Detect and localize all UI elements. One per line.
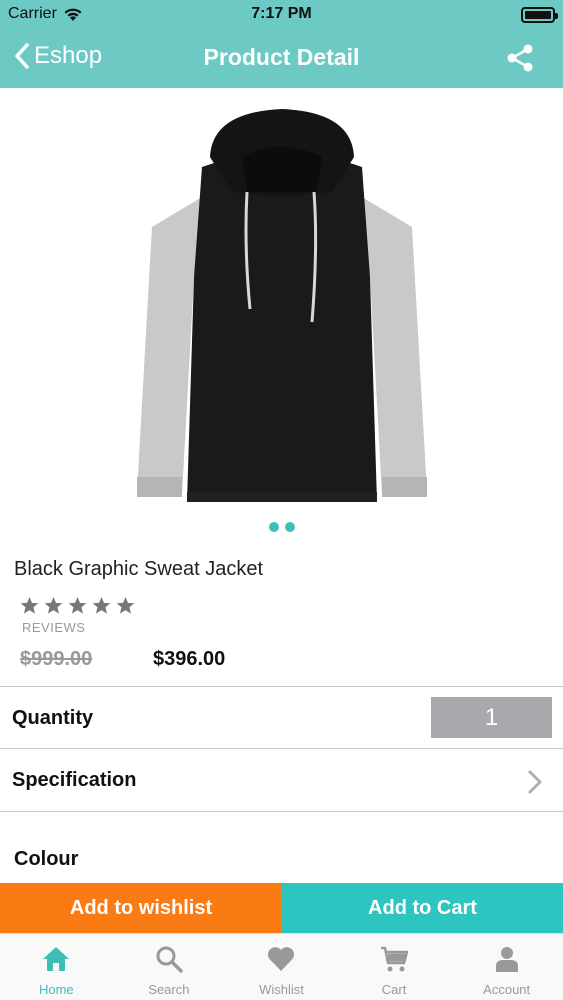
tab-home[interactable]: Home: [0, 934, 113, 1000]
reviews-label[interactable]: REVIEWS: [22, 620, 85, 635]
user-icon: [495, 947, 518, 972]
tab-label: Account: [483, 982, 531, 997]
page-title: Product Detail: [203, 44, 360, 70]
status-bar: Carrier 7:17 PM: [0, 0, 563, 30]
tab-label: Cart: [381, 982, 407, 997]
star-icon: [44, 596, 63, 614]
add-to-cart-button[interactable]: Add to Cart: [282, 883, 563, 933]
tab-cart[interactable]: Cart: [338, 934, 451, 1000]
search-icon: [156, 946, 183, 973]
battery-icon: [521, 7, 558, 23]
action-bar: Add to wishlist Add to Cart: [0, 883, 563, 933]
share-icon[interactable]: [505, 43, 535, 73]
quantity-label: Quantity: [12, 707, 94, 729]
image-page-indicator[interactable]: [0, 522, 563, 532]
colour-label: Colour: [14, 848, 79, 870]
tab-label: Home: [38, 982, 74, 997]
tab-bar: Home Search Wishlist Cart Account: [0, 933, 563, 1000]
tab-search[interactable]: Search: [113, 934, 226, 1000]
page-dot[interactable]: [268, 522, 279, 532]
add-to-wishlist-button[interactable]: Add to wishlist: [0, 883, 282, 933]
tab-account[interactable]: Account: [450, 934, 563, 1000]
page-dot[interactable]: [284, 522, 295, 532]
star-icon: [92, 596, 111, 614]
tab-label: Search: [148, 982, 190, 997]
quantity-field[interactable]: 1: [431, 697, 552, 738]
hoodie-image: [136, 109, 427, 502]
specification-label: Specification: [12, 769, 137, 791]
status-time: 7:17 PM: [251, 5, 312, 22]
product-image[interactable]: [0, 88, 563, 516]
tab-wishlist[interactable]: Wishlist: [225, 934, 338, 1000]
specification-row[interactable]: Specification: [0, 748, 563, 811]
star-icon: [68, 596, 87, 614]
star-icon: [116, 596, 135, 614]
divider: [0, 811, 563, 812]
quantity-row: Quantity 1: [0, 686, 563, 748]
rating-stars: [20, 596, 135, 615]
sale-price: $396.00: [153, 648, 226, 670]
navigation-bar: Eshop Product Detail: [0, 30, 563, 88]
chevron-right-icon: [528, 770, 542, 794]
product-name: Black Graphic Sweat Jacket: [14, 558, 263, 580]
app-header: Carrier 7:17 PM Eshop Product Detail: [0, 0, 563, 88]
cart-icon: [381, 946, 409, 972]
original-price: $999.00: [20, 648, 93, 670]
heart-icon: [268, 947, 295, 971]
tab-label: Wishlist: [259, 982, 304, 997]
home-icon: [43, 947, 70, 971]
star-icon: [20, 596, 39, 614]
